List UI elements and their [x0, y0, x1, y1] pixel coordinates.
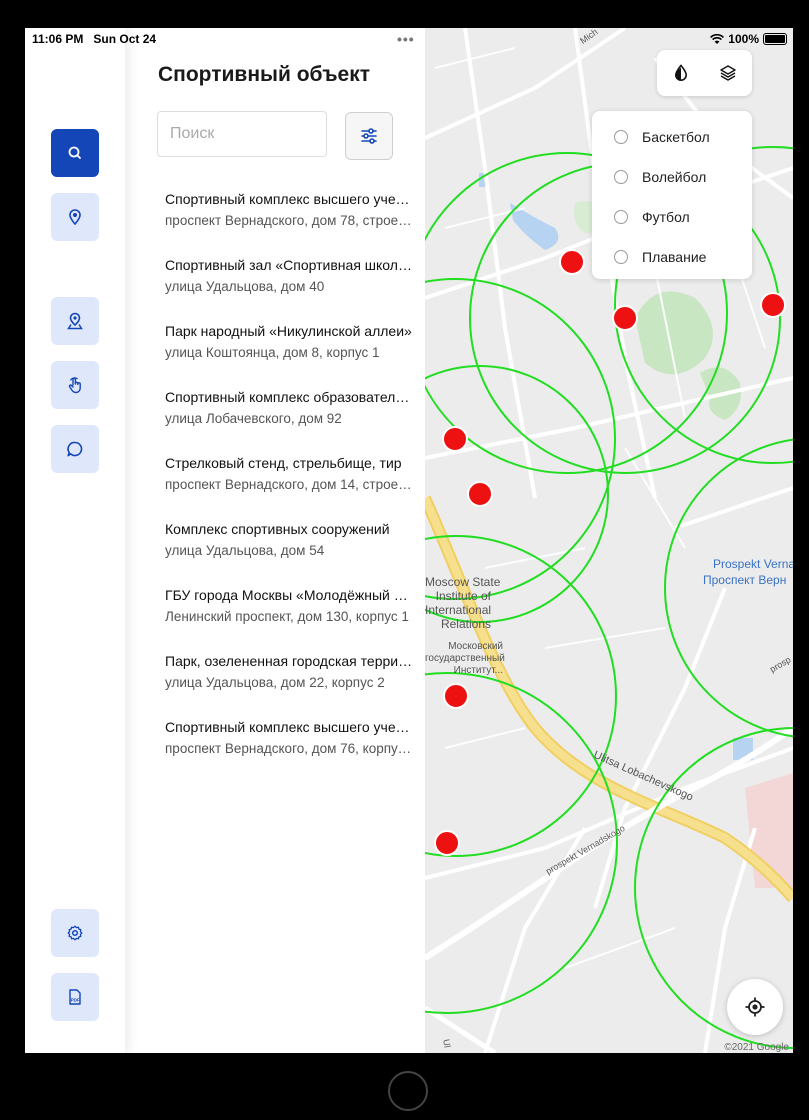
facility-marker[interactable] — [443, 683, 469, 709]
poi-address: улица Удальцова, дом 40 — [165, 279, 325, 294]
pdf-label: PDF — [71, 998, 80, 1003]
radio-button[interactable] — [614, 170, 628, 184]
map-style-controls — [657, 50, 752, 96]
map-style-button[interactable] — [667, 59, 695, 87]
facility-marker[interactable] — [760, 292, 786, 318]
sport-option[interactable]: Футбол — [614, 205, 690, 229]
poi-address: улица Удальцова, дом 54 — [165, 543, 325, 558]
poi-address: улица Лобачевского, дом 92 — [165, 411, 342, 426]
panel-title: Спортивный объект — [158, 63, 370, 86]
poi-title: Комплекс спортивных сооружений — [165, 521, 390, 537]
sport-option-label: Баскетбол — [642, 129, 710, 145]
poi-list-item[interactable]: Спортивный комплекс образовательного учр… — [165, 388, 415, 454]
radio-button[interactable] — [614, 130, 628, 144]
sport-option[interactable]: Баскетбол — [614, 125, 710, 149]
battery-icon — [763, 33, 787, 45]
search-panel: Спортивный объект Спортивный комплекс вы… — [125, 28, 425, 1053]
facility-marker[interactable] — [434, 830, 460, 856]
rail-search-button[interactable] — [51, 129, 99, 177]
facility-marker[interactable] — [612, 305, 638, 331]
poi-address: проспект Вернадского, дом 14, строение 2 — [165, 477, 415, 492]
poi-address: улица Удальцова, дом 22, корпус 2 — [165, 675, 385, 690]
battery-percent: 100% — [728, 32, 759, 46]
map-label-metro-en: Prospekt Verna — [713, 557, 793, 571]
sliders-icon — [361, 128, 377, 144]
poi-address: Ленинский проспект, дом 130, корпус 1 — [165, 609, 409, 624]
rail-touch-button[interactable] — [51, 361, 99, 409]
nav-rail: PDF — [25, 28, 125, 1053]
poi-title: Стрелковый стенд, стрельбище, тир — [165, 455, 402, 471]
poi-title: Спортивный зал «Спортивная школа олимпий… — [165, 257, 415, 273]
poi-title: Спортивный комплекс образовательного учр… — [165, 389, 415, 405]
poi-list-item[interactable]: Парк, озелененная городская территория ул… — [165, 652, 415, 718]
poi-list-item[interactable]: ГБУ города Москвы «Молодёжный центр» Лени… — [165, 586, 415, 652]
map-layers-button[interactable] — [714, 59, 742, 87]
poi-title: Парк, озелененная городская территория — [165, 653, 415, 669]
poi-title: Парк народный «Никулинской аллеи» — [165, 323, 412, 339]
facility-marker[interactable] — [559, 249, 585, 275]
locate-me-button[interactable] — [727, 979, 783, 1035]
filter-button[interactable] — [345, 112, 393, 160]
gear-icon — [67, 925, 83, 941]
hand-pointer-icon — [68, 377, 81, 394]
layers-icon — [720, 65, 736, 81]
minor-road — [425, 376, 793, 460]
sport-option[interactable]: Волейбол — [614, 165, 706, 189]
sport-filter-menu: Баскетбол Волейбол Футбол Плавание — [592, 111, 752, 279]
road — [425, 1005, 497, 1053]
sport-option-label: Волейбол — [642, 169, 707, 185]
poi-list-item[interactable]: Стрелковый стенд, стрельбище, тир проспек… — [165, 454, 415, 520]
poi-title: Спортивный комплекс высшего учебного зав… — [165, 191, 415, 207]
map-pin-icon — [69, 209, 81, 226]
map-copyright: ©2021 Google — [724, 1042, 789, 1053]
pdf-file-icon: PDF — [69, 989, 81, 1005]
rail-pdf-button[interactable]: PDF — [51, 973, 99, 1021]
wifi-icon — [710, 33, 725, 44]
app-screen: 11:06 PM Sun Oct 24 ••• 100% PDF Спортив… — [25, 28, 793, 1053]
status-time: 11:06 PM Sun Oct 24 — [32, 32, 157, 46]
multitask-dots[interactable]: ••• — [397, 31, 415, 47]
poi-list-item[interactable]: Спортивный зал «Спортивная школа олимпий… — [165, 256, 415, 322]
facility-marker[interactable] — [467, 481, 493, 507]
status-right: 100% — [710, 32, 787, 46]
map-label-metro-ru: Проспект Верн — [703, 573, 787, 587]
status-bar: 11:06 PM Sun Oct 24 ••• 100% — [25, 28, 793, 50]
poi-title: ГБУ города Москвы «Молодёжный центр» — [165, 587, 415, 603]
minor-road — [674, 486, 793, 530]
search-input[interactable] — [157, 111, 327, 157]
crosshair-icon — [745, 997, 765, 1017]
minor-road — [444, 727, 526, 749]
facility-marker[interactable] — [442, 426, 468, 452]
poi-list: Спортивный комплекс высшего учебного зав… — [165, 190, 415, 784]
rail-chat-button[interactable] — [51, 425, 99, 473]
search-icon — [68, 146, 81, 159]
map-view[interactable]: Moscow State Institute of International … — [425, 28, 793, 1053]
poi-list-item[interactable]: Парк народный «Никулинской аллеи» улица К… — [165, 322, 415, 388]
sport-option[interactable]: Плавание — [614, 245, 706, 269]
poi-list-item[interactable]: Спортивный комплекс высшего учебного зав… — [165, 190, 415, 256]
radio-button[interactable] — [614, 210, 628, 224]
poi-address: улица Коштоянца, дом 8, корпус 1 — [165, 345, 380, 360]
rail-location-button[interactable] — [51, 297, 99, 345]
poi-list-item[interactable]: Спортивный комплекс высшего учебного зав… — [165, 718, 415, 784]
rail-settings-button[interactable] — [51, 909, 99, 957]
poi-address: проспект Вернадского, дом 78, строение 1 — [165, 213, 415, 228]
rail-place-button[interactable] — [51, 193, 99, 241]
chat-bubble-icon — [67, 441, 83, 457]
poi-address: проспект Вернадского, дом 76, корпус 1 — [165, 741, 415, 756]
map-label-mgimo-ru: Московский государственный Институт... — [425, 641, 505, 676]
poi-list-item[interactable]: Комплекс спортивных сооружений улица Удал… — [165, 520, 415, 586]
home-button[interactable] — [388, 1071, 428, 1111]
map-label-mgimo-en: Moscow State Institute of International … — [425, 575, 501, 631]
radio-button[interactable] — [614, 250, 628, 264]
sport-option-label: Футбол — [642, 209, 690, 225]
location-pin-icon — [67, 312, 83, 330]
poi-title: Спортивный комплекс высшего учебного зав… — [165, 719, 415, 735]
drop-icon — [674, 64, 687, 81]
sport-option-label: Плавание — [642, 249, 707, 265]
minor-road — [434, 47, 516, 69]
